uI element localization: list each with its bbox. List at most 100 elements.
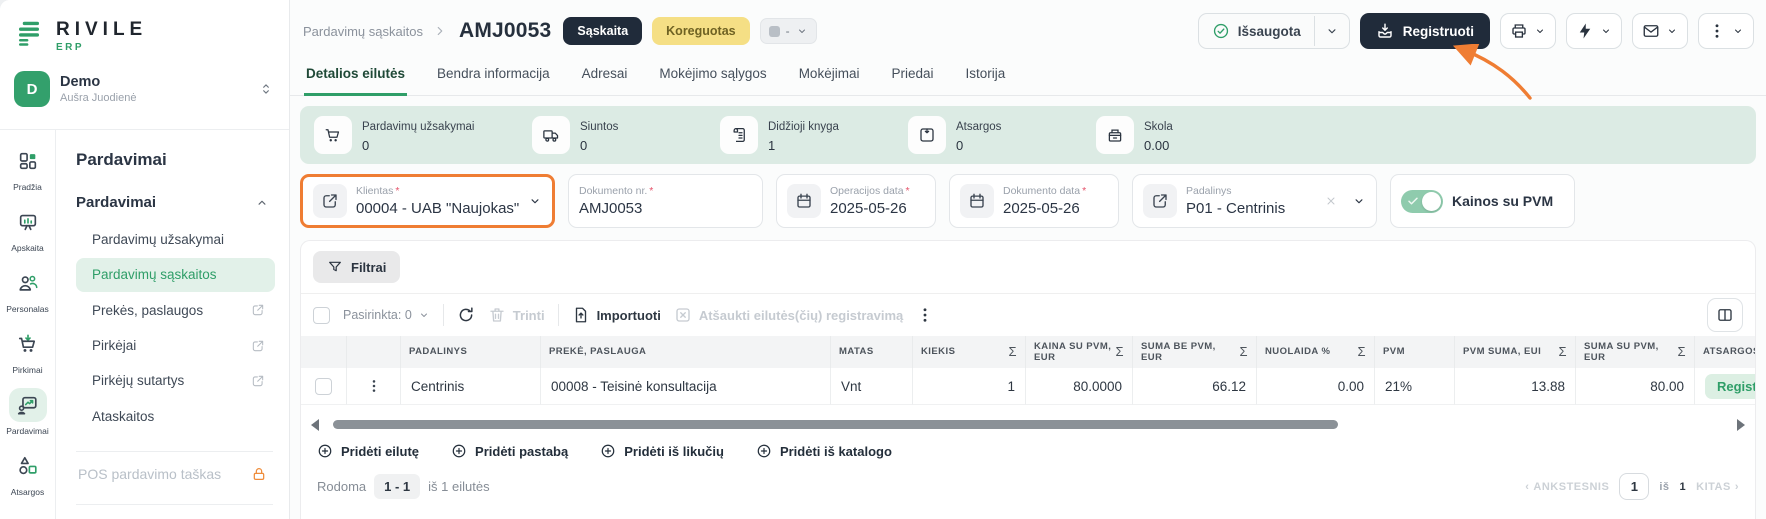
klientas-field[interactable]: Klientas* 00004 - UAB "Naujokas": [300, 174, 555, 228]
register-button[interactable]: Registruoti: [1360, 13, 1490, 49]
column-settings-button[interactable]: [1707, 298, 1743, 332]
select-all-checkbox[interactable]: [313, 307, 330, 324]
refresh-button[interactable]: [457, 306, 475, 324]
chevron-down-icon[interactable]: [1352, 194, 1366, 208]
breadcrumb-parent[interactable]: Pardavimų sąskaitos: [303, 24, 423, 39]
user-sort-icon[interactable]: [259, 82, 273, 96]
rail-item-pardavimai[interactable]: Pardavimai: [6, 388, 49, 436]
col-suma-be-pvm[interactable]: SUMA BE PVM, EURΣ: [1133, 336, 1257, 368]
summary-card-pardavimu-uzsakymai[interactable]: Pardavimų užsakymai 0: [314, 116, 502, 154]
tab-detalios-eilutes[interactable]: Detalios eilutės: [304, 60, 407, 96]
tab-priedai[interactable]: Priedai: [889, 60, 935, 96]
row-checkbox[interactable]: [315, 378, 332, 395]
dokumento-data-field[interactable]: Dokumento data* 2025-05-26: [949, 174, 1119, 228]
tab-bendra-informacija[interactable]: Bendra informacija: [435, 60, 552, 96]
table-row[interactable]: Centrinis 00008 - Teisinė konsultacija V…: [301, 368, 1756, 405]
submenu-section-pardavimai[interactable]: Pardavimai: [76, 194, 275, 211]
next-page-button[interactable]: KITAS ›: [1696, 481, 1739, 493]
prev-page-button[interactable]: ‹ ANKSTESNIS: [1525, 481, 1609, 493]
calendar-icon[interactable]: [795, 192, 813, 210]
row-kebab-icon[interactable]: [366, 378, 382, 394]
add-from-catalog-button[interactable]: Pridėti iš katalogo: [756, 443, 892, 459]
filters-button[interactable]: Filtrai: [313, 251, 400, 283]
dokumento-nr-field[interactable]: Dokumento nr.* AMJ0053: [568, 174, 763, 228]
col-padalinys[interactable]: PADALINYS: [401, 336, 541, 368]
sum-icon[interactable]: Σ: [1236, 344, 1249, 360]
sidebar-item-pardavimu-uzsakymai[interactable]: Pardavimų užsakymai: [76, 223, 275, 256]
sum-icon[interactable]: Σ: [1555, 344, 1568, 360]
tab-adresai[interactable]: Adresai: [580, 60, 630, 96]
print-dropdown-button[interactable]: [1500, 13, 1556, 49]
col-atsargos[interactable]: ATSARGOS: [1695, 336, 1756, 368]
summary-card-skola[interactable]: Skola 0.00: [1096, 116, 1254, 154]
flag-select[interactable]: -: [760, 18, 817, 44]
quick-actions-dropdown-button[interactable]: [1566, 13, 1622, 49]
more-dropdown-button[interactable]: [1698, 13, 1754, 49]
sidebar-item-ataskaitos[interactable]: Ataskaitos: [76, 400, 275, 433]
summary-card-siuntos[interactable]: Siuntos 0: [532, 116, 690, 154]
scrollbar-thumb[interactable]: [333, 420, 1338, 429]
user-switcher[interactable]: D Demo Aušra Juodienė: [14, 71, 273, 107]
toolbar-more-button[interactable]: [916, 306, 934, 324]
saved-dropdown-caret[interactable]: [1314, 16, 1349, 46]
cell-preke-paslauga[interactable]: 00008 - Teisinė konsultacija: [541, 368, 831, 405]
external-link-icon[interactable]: [1151, 192, 1169, 210]
sidebar-item-prekes-paslaugos[interactable]: Prekės, paslaugos: [76, 294, 275, 327]
cell-suma-be-pvm[interactable]: 66.12: [1133, 368, 1257, 405]
scroll-left-arrow[interactable]: [311, 419, 319, 431]
email-dropdown-button[interactable]: [1632, 13, 1688, 49]
rail-item-apskaita[interactable]: Apskaita: [9, 205, 47, 253]
saved-split-button[interactable]: Išsaugota: [1198, 13, 1350, 49]
horizontal-scrollbar[interactable]: [309, 417, 1747, 433]
col-suma-su-pvm[interactable]: SUMA SU PVM, EURΣ: [1576, 336, 1695, 368]
sidebar-item-pardavimu-saskaitos[interactable]: Pardavimų sąskaitos: [76, 258, 275, 291]
cell-suma-su-pvm[interactable]: 80.00: [1576, 368, 1695, 405]
operacijos-data-field[interactable]: Operacijos data* 2025-05-26: [776, 174, 936, 228]
col-kaina-su-pvm[interactable]: KAINA SU PVM, EURΣ: [1026, 336, 1133, 368]
sum-icon[interactable]: Σ: [1005, 344, 1018, 360]
sum-icon[interactable]: Σ: [1354, 344, 1367, 360]
padalinys-field[interactable]: Padalinys P01 - Centrinis: [1132, 174, 1377, 228]
col-pvm[interactable]: PVM: [1375, 336, 1455, 368]
kainos-su-pvm-toggle[interactable]: [1401, 190, 1443, 213]
sidebar-item-pirkeju-sutartys[interactable]: Pirkėjų sutartys: [76, 364, 275, 397]
tab-istorija[interactable]: Istorija: [963, 60, 1007, 96]
sum-icon[interactable]: Σ: [1674, 344, 1687, 360]
cell-kaina-su-pvm[interactable]: 80.0000: [1026, 368, 1133, 405]
rail-item-pirkimai[interactable]: Pirkimai: [9, 327, 47, 375]
tab-mokejimai[interactable]: Mokėjimai: [797, 60, 862, 96]
cell-kiekis[interactable]: 1: [913, 368, 1026, 405]
col-nuolaida[interactable]: NUOLAIDA %Σ: [1257, 336, 1375, 368]
col-kiekis[interactable]: KIEKISΣ: [913, 336, 1026, 368]
add-from-stock-button[interactable]: Pridėti iš likučių: [600, 443, 724, 459]
cancel-registration-button[interactable]: Atšaukti eilutės(čių) registravimą: [674, 306, 903, 324]
page-input[interactable]: [1619, 473, 1649, 500]
selected-count-dropdown[interactable]: Pasirinkta: 0: [343, 308, 430, 322]
summary-card-atsargos[interactable]: Atsargos 0: [908, 116, 1066, 154]
rail-item-pradzia[interactable]: Pradžia: [9, 144, 47, 192]
chevron-down-icon[interactable]: [528, 194, 542, 208]
import-button[interactable]: Importuoti: [572, 306, 661, 324]
col-pvm-suma[interactable]: PVM SUMA, EUIΣ: [1455, 336, 1576, 368]
sum-icon[interactable]: Σ: [1112, 344, 1125, 360]
cell-pvm-suma[interactable]: 13.88: [1455, 368, 1576, 405]
col-matas[interactable]: MATAS: [831, 336, 913, 368]
cell-nuolaida[interactable]: 0.00: [1257, 368, 1375, 405]
add-line-button[interactable]: Pridėti eilutę: [317, 443, 419, 459]
scroll-right-arrow[interactable]: [1737, 419, 1745, 431]
calendar-icon[interactable]: [968, 192, 986, 210]
clear-icon[interactable]: [1325, 195, 1337, 207]
cell-pvm[interactable]: 21%: [1375, 368, 1455, 405]
rail-item-atsargos[interactable]: Atsargos: [9, 449, 47, 497]
col-preke-paslauga[interactable]: PREKĖ, PASLAUGA: [541, 336, 831, 368]
logo[interactable]: RIVILE ERP: [14, 18, 273, 53]
summary-card-didzioji-knyga[interactable]: Didžioji knyga 1: [720, 116, 878, 154]
cell-padalinys[interactable]: Centrinis: [401, 368, 541, 405]
tab-mokejimo-salygos[interactable]: Mokėjimo sąlygos: [657, 60, 768, 96]
cell-matas[interactable]: Vnt: [831, 368, 913, 405]
external-link-icon[interactable]: [321, 192, 339, 210]
add-note-button[interactable]: Pridėti pastabą: [451, 443, 568, 459]
rail-item-personalas[interactable]: Personalas: [6, 266, 49, 314]
delete-button[interactable]: Trinti: [488, 306, 545, 324]
sidebar-item-pirkejai[interactable]: Pirkėjai: [76, 329, 275, 362]
